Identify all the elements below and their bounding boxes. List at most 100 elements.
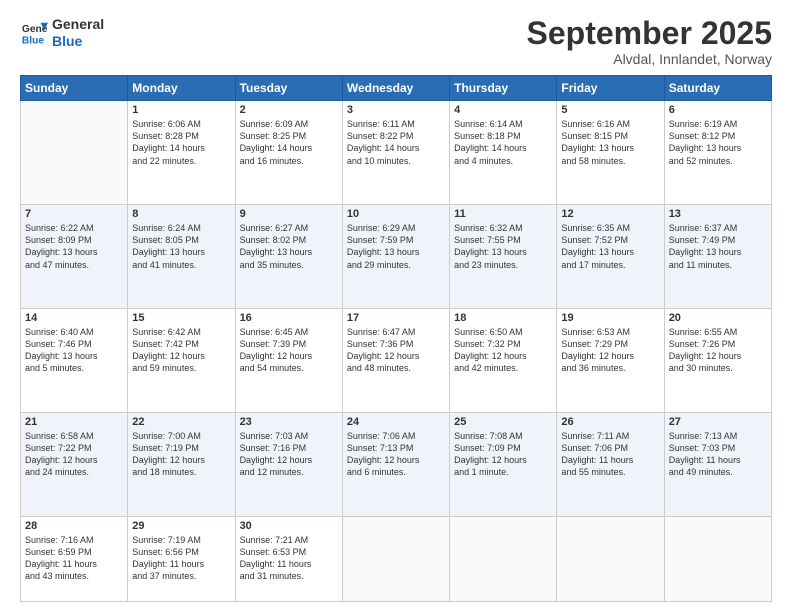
day-content: Sunrise: 7:03 AM Sunset: 7:16 PM Dayligh… <box>240 430 338 479</box>
table-cell: 4 Sunrise: 6:14 AM Sunset: 8:18 PM Daylig… <box>450 101 557 205</box>
calendar-week-row: 14Sunrise: 6:40 AM Sunset: 7:46 PM Dayli… <box>21 309 772 413</box>
logo: General Blue General Blue <box>20 16 104 50</box>
day-number: 26 <box>561 416 659 428</box>
table-cell: 21Sunrise: 6:58 AM Sunset: 7:22 PM Dayli… <box>21 413 128 517</box>
day-content: Sunrise: 6:35 AM Sunset: 7:52 PM Dayligh… <box>561 222 659 271</box>
day-number: 10 <box>347 208 445 220</box>
day-number: 3 <box>347 104 445 116</box>
calendar-week-row: 7 Sunrise: 6:22 AM Sunset: 8:09 PM Daylig… <box>21 205 772 309</box>
table-cell: 13 Sunrise: 6:37 AM Sunset: 7:49 PM Dayli… <box>664 205 771 309</box>
day-number: 13 <box>669 208 767 220</box>
col-thursday: Thursday <box>450 76 557 101</box>
day-content: Sunrise: 6:27 AM Sunset: 8:02 PM Dayligh… <box>240 222 338 271</box>
logo-text-blue: Blue <box>52 33 104 50</box>
calendar-week-row: 28 Sunrise: 7:16 AM Sunset: 6:59 PM Dayli… <box>21 516 772 601</box>
calendar-week-row: 21Sunrise: 6:58 AM Sunset: 7:22 PM Dayli… <box>21 413 772 517</box>
logo-text-general: General <box>52 16 104 33</box>
day-number: 1 <box>132 104 230 116</box>
location: Alvdal, Innlandet, Norway <box>527 51 772 67</box>
table-cell: 20 Sunrise: 6:55 AM Sunset: 7:26 PM Dayli… <box>664 309 771 413</box>
table-cell: 12 Sunrise: 6:35 AM Sunset: 7:52 PM Dayli… <box>557 205 664 309</box>
table-cell <box>342 516 449 601</box>
day-content: Sunrise: 6:09 AM Sunset: 8:25 PM Dayligh… <box>240 118 338 167</box>
table-cell <box>450 516 557 601</box>
day-content: Sunrise: 6:06 AM Sunset: 8:28 PM Dayligh… <box>132 118 230 167</box>
table-cell: 23 Sunrise: 7:03 AM Sunset: 7:16 PM Dayli… <box>235 413 342 517</box>
day-number: 28 <box>25 520 123 532</box>
day-content: Sunrise: 6:24 AM Sunset: 8:05 PM Dayligh… <box>132 222 230 271</box>
table-cell: 19Sunrise: 6:53 AM Sunset: 7:29 PM Dayli… <box>557 309 664 413</box>
day-number: 19 <box>561 312 659 324</box>
day-number: 20 <box>669 312 767 324</box>
table-cell: 28 Sunrise: 7:16 AM Sunset: 6:59 PM Dayli… <box>21 516 128 601</box>
day-number: 24 <box>347 416 445 428</box>
day-number: 18 <box>454 312 552 324</box>
calendar-week-row: 1 Sunrise: 6:06 AM Sunset: 8:28 PM Daylig… <box>21 101 772 205</box>
table-cell: 3 Sunrise: 6:11 AM Sunset: 8:22 PM Daylig… <box>342 101 449 205</box>
day-content: Sunrise: 6:55 AM Sunset: 7:26 PM Dayligh… <box>669 326 767 375</box>
day-content: Sunrise: 6:19 AM Sunset: 8:12 PM Dayligh… <box>669 118 767 167</box>
day-number: 21 <box>25 416 123 428</box>
day-number: 25 <box>454 416 552 428</box>
col-monday: Monday <box>128 76 235 101</box>
table-cell: 25 Sunrise: 7:08 AM Sunset: 7:09 PM Dayli… <box>450 413 557 517</box>
day-number: 5 <box>561 104 659 116</box>
day-number: 11 <box>454 208 552 220</box>
day-number: 15 <box>132 312 230 324</box>
table-cell: 6 Sunrise: 6:19 AM Sunset: 8:12 PM Daylig… <box>664 101 771 205</box>
table-cell: 14Sunrise: 6:40 AM Sunset: 7:46 PM Dayli… <box>21 309 128 413</box>
day-content: Sunrise: 7:08 AM Sunset: 7:09 PM Dayligh… <box>454 430 552 479</box>
table-cell: 5 Sunrise: 6:16 AM Sunset: 8:15 PM Daylig… <box>557 101 664 205</box>
col-friday: Friday <box>557 76 664 101</box>
table-cell <box>21 101 128 205</box>
day-number: 30 <box>240 520 338 532</box>
header: General Blue General Blue September 2025… <box>20 16 772 67</box>
table-cell: 27Sunrise: 7:13 AM Sunset: 7:03 PM Dayli… <box>664 413 771 517</box>
day-number: 7 <box>25 208 123 220</box>
table-cell: 15Sunrise: 6:42 AM Sunset: 7:42 PM Dayli… <box>128 309 235 413</box>
month-title: September 2025 <box>527 16 772 51</box>
table-cell: 2 Sunrise: 6:09 AM Sunset: 8:25 PM Daylig… <box>235 101 342 205</box>
day-content: Sunrise: 6:29 AM Sunset: 7:59 PM Dayligh… <box>347 222 445 271</box>
day-content: Sunrise: 6:11 AM Sunset: 8:22 PM Dayligh… <box>347 118 445 167</box>
day-content: Sunrise: 6:32 AM Sunset: 7:55 PM Dayligh… <box>454 222 552 271</box>
day-content: Sunrise: 7:19 AM Sunset: 6:56 PM Dayligh… <box>132 534 230 583</box>
day-number: 2 <box>240 104 338 116</box>
table-cell: 11 Sunrise: 6:32 AM Sunset: 7:55 PM Dayli… <box>450 205 557 309</box>
col-saturday: Saturday <box>664 76 771 101</box>
day-content: Sunrise: 6:16 AM Sunset: 8:15 PM Dayligh… <box>561 118 659 167</box>
table-cell: 7 Sunrise: 6:22 AM Sunset: 8:09 PM Daylig… <box>21 205 128 309</box>
svg-text:Blue: Blue <box>22 35 45 46</box>
table-cell <box>664 516 771 601</box>
table-cell: 16 Sunrise: 6:45 AM Sunset: 7:39 PM Dayli… <box>235 309 342 413</box>
table-cell: 18Sunrise: 6:50 AM Sunset: 7:32 PM Dayli… <box>450 309 557 413</box>
day-content: Sunrise: 7:16 AM Sunset: 6:59 PM Dayligh… <box>25 534 123 583</box>
day-number: 23 <box>240 416 338 428</box>
day-content: Sunrise: 7:00 AM Sunset: 7:19 PM Dayligh… <box>132 430 230 479</box>
table-cell: 26Sunrise: 7:11 AM Sunset: 7:06 PM Dayli… <box>557 413 664 517</box>
day-number: 12 <box>561 208 659 220</box>
day-content: Sunrise: 7:06 AM Sunset: 7:13 PM Dayligh… <box>347 430 445 479</box>
day-number: 4 <box>454 104 552 116</box>
day-content: Sunrise: 6:14 AM Sunset: 8:18 PM Dayligh… <box>454 118 552 167</box>
col-tuesday: Tuesday <box>235 76 342 101</box>
day-content: Sunrise: 7:21 AM Sunset: 6:53 PM Dayligh… <box>240 534 338 583</box>
day-content: Sunrise: 6:37 AM Sunset: 7:49 PM Dayligh… <box>669 222 767 271</box>
table-cell: 30 Sunrise: 7:21 AM Sunset: 6:53 PM Dayli… <box>235 516 342 601</box>
table-cell: 24 Sunrise: 7:06 AM Sunset: 7:13 PM Dayli… <box>342 413 449 517</box>
day-number: 14 <box>25 312 123 324</box>
col-wednesday: Wednesday <box>342 76 449 101</box>
day-content: Sunrise: 6:45 AM Sunset: 7:39 PM Dayligh… <box>240 326 338 375</box>
title-block: September 2025 Alvdal, Innlandet, Norway <box>527 16 772 67</box>
day-number: 8 <box>132 208 230 220</box>
day-content: Sunrise: 6:22 AM Sunset: 8:09 PM Dayligh… <box>25 222 123 271</box>
day-number: 27 <box>669 416 767 428</box>
table-cell <box>557 516 664 601</box>
logo-icon: General Blue <box>20 19 48 47</box>
day-number: 6 <box>669 104 767 116</box>
table-cell: 1 Sunrise: 6:06 AM Sunset: 8:28 PM Daylig… <box>128 101 235 205</box>
day-number: 16 <box>240 312 338 324</box>
table-cell: 9 Sunrise: 6:27 AM Sunset: 8:02 PM Daylig… <box>235 205 342 309</box>
table-cell: 8 Sunrise: 6:24 AM Sunset: 8:05 PM Daylig… <box>128 205 235 309</box>
day-number: 9 <box>240 208 338 220</box>
